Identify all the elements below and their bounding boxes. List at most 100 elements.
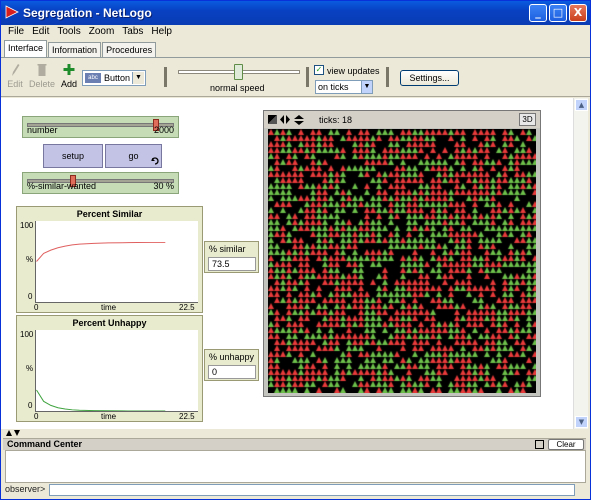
command-input[interactable] — [49, 484, 575, 496]
trash-icon — [37, 64, 47, 76]
view-updates-label: view updates — [327, 66, 380, 76]
update-mode-value: on ticks — [318, 82, 349, 92]
close-button[interactable]: X — [569, 4, 587, 22]
plot-percent-similar: Percent Similar 100 % 0 0 time 22.5 — [16, 206, 203, 313]
delete-label: Delete — [29, 79, 56, 89]
horizontal-arrows-icon[interactable] — [280, 115, 290, 124]
settings-button[interactable]: Settings... — [400, 70, 459, 86]
menu-zoom[interactable]: Zoom — [86, 25, 120, 39]
widget-type-value: Button — [104, 73, 131, 83]
command-line: observer> — [5, 484, 586, 496]
vertical-arrows-icon[interactable] — [294, 115, 304, 125]
monitor-label: % similar — [209, 244, 246, 254]
chevron-down-icon: ▼ — [361, 81, 372, 93]
collapse-arrows-icon[interactable] — [6, 430, 20, 437]
update-mode-dropdown[interactable]: on ticks ▼ — [315, 80, 373, 94]
title-bar: Segregation - NetLogo _ □ X — [1, 1, 590, 25]
widget-type-dropdown[interactable]: abc Button ▼ — [82, 70, 146, 86]
toolbar-separator — [164, 67, 167, 87]
toolbar-separator — [306, 67, 309, 87]
observer-prompt[interactable]: observer> — [5, 484, 45, 494]
plot-title: Percent Similar — [76, 209, 143, 219]
plot-xlabel: time — [101, 303, 117, 312]
view-resize-icon[interactable] — [268, 115, 277, 124]
plot-ymax: 100 — [20, 221, 34, 230]
3d-button[interactable]: 3D — [519, 113, 536, 126]
scroll-up-icon[interactable]: ▲ — [575, 99, 588, 111]
button-widget-icon: abc — [85, 73, 101, 83]
similar-wanted-slider[interactable]: %-similar-wanted 30 % — [22, 172, 179, 194]
delete-button[interactable]: Delete — [29, 63, 55, 89]
split-divider[interactable] — [1, 429, 590, 438]
interface-vertical-scrollbar[interactable]: ▲ ▼ — [573, 98, 588, 429]
monitor-percent-unhappy: % unhappy 0 — [204, 349, 259, 381]
chevron-down-icon: ▼ — [132, 72, 144, 84]
menu-file[interactable]: File — [5, 25, 29, 39]
scroll-down-icon[interactable]: ▼ — [575, 416, 588, 428]
plot-ymin: 0 — [28, 401, 33, 410]
toolbar-separator — [386, 67, 389, 87]
speed-slider-handle[interactable] — [234, 64, 243, 80]
world-view: ticks: 18 3D — [263, 110, 541, 397]
plot-ylabel: % — [26, 364, 34, 373]
clear-button[interactable]: Clear — [548, 439, 584, 450]
slider-label: %-similar-wanted — [27, 181, 97, 191]
plot-title: Percent Unhappy — [72, 318, 147, 328]
tab-procedures[interactable]: Procedures — [102, 42, 157, 57]
plot-series-line — [36, 389, 166, 411]
netlogo-window: Segregation - NetLogo _ □ X File Edit To… — [0, 0, 591, 500]
plot-area — [35, 330, 198, 412]
go-label: go — [128, 151, 139, 161]
forever-icon — [151, 157, 159, 165]
menu-help[interactable]: Help — [148, 25, 177, 39]
view-updates-checkbox[interactable]: ✓ — [314, 65, 324, 75]
plot-ylabel: % — [26, 255, 34, 264]
maximize-button[interactable]: □ — [549, 4, 567, 22]
setup-button[interactable]: setup — [43, 144, 103, 168]
window-title: Segregation - NetLogo — [23, 6, 152, 20]
edit-label: Edit — [7, 79, 23, 89]
slider-label: number — [27, 125, 58, 135]
monitor-percent-similar: % similar 73.5 — [204, 241, 259, 273]
netlogo-logo-icon — [5, 5, 19, 19]
world-canvas[interactable] — [268, 129, 536, 393]
plot-percent-unhappy: Percent Unhappy 100 % 0 0 time 22.5 — [16, 315, 203, 422]
menu-bar: File Edit Tools Zoom Tabs Help — [1, 25, 590, 39]
plot-area — [35, 221, 198, 303]
tab-interface[interactable]: Interface — [4, 40, 48, 57]
interface-canvas: number 2000 setup go %-similar-wanted 30… — [1, 98, 573, 429]
plot-ymax: 100 — [20, 330, 34, 339]
command-center-output[interactable] — [5, 450, 586, 483]
tab-information[interactable]: Information — [48, 42, 102, 57]
monitor-label: % unhappy — [209, 352, 255, 362]
minimize-button[interactable]: _ — [529, 4, 547, 22]
plot-xmin: 0 — [34, 412, 39, 421]
menu-tools[interactable]: Tools — [54, 25, 85, 39]
slider-value: 2000 — [153, 125, 174, 135]
view-control-bar: ticks: 18 3D — [264, 111, 540, 128]
tab-strip: Interface Information Procedures — [4, 40, 157, 57]
menu-edit[interactable]: Edit — [29, 25, 54, 39]
pencil-icon — [12, 64, 20, 76]
go-button[interactable]: go — [105, 144, 162, 168]
add-label: Add — [61, 79, 78, 89]
plus-icon — [63, 64, 75, 75]
plot-series-line — [36, 241, 166, 262]
menu-tabs[interactable]: Tabs — [119, 25, 148, 39]
plot-xmin: 0 — [34, 303, 39, 312]
monitor-value: 73.5 — [208, 257, 256, 271]
plot-xmax: 22.5 — [179, 412, 195, 421]
speed-label: normal speed — [210, 83, 265, 93]
number-slider[interactable]: number 2000 — [22, 116, 179, 138]
plot-ymin: 0 — [28, 292, 33, 301]
interface-toolbar: Edit Delete Add abc Button ▼ — [1, 57, 590, 97]
plot-xlabel: time — [101, 412, 117, 421]
edit-button[interactable]: Edit — [7, 63, 23, 89]
ticks-counter: ticks: 18 — [319, 115, 353, 125]
expand-icon[interactable] — [535, 440, 544, 449]
slider-value: 30 % — [153, 181, 174, 191]
command-center-header: Command Center Clear — [3, 438, 586, 450]
add-button[interactable]: Add — [61, 63, 77, 89]
monitor-value: 0 — [208, 365, 256, 379]
command-center-title: Command Center — [7, 439, 83, 449]
